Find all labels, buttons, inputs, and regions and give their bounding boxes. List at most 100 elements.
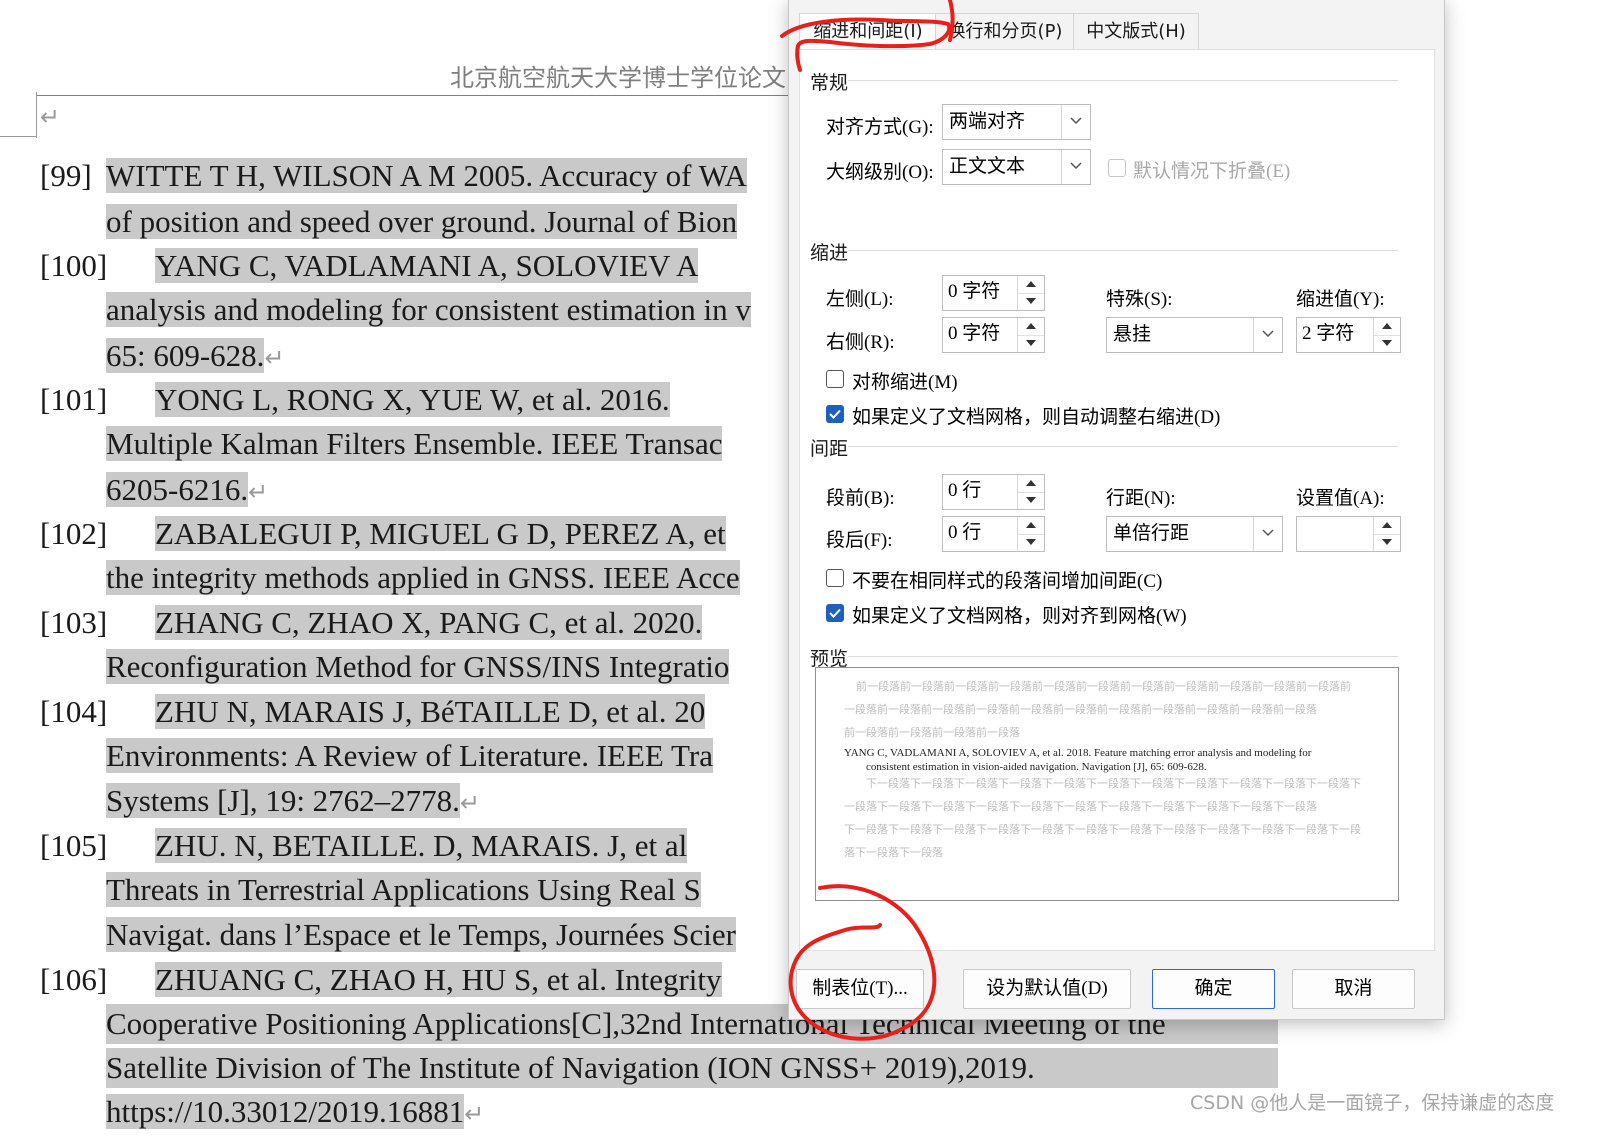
spinner-buttons	[1017, 517, 1044, 551]
reference-line[interactable]: the integrity methods applied in GNSS. I…	[106, 558, 740, 598]
collapse-default-checkbox[interactable]	[1108, 159, 1126, 177]
reference-text: 6205-6216.	[106, 472, 249, 507]
indent-right-label: 右侧(R):	[826, 332, 895, 353]
reference-line[interactable]: ZHANG C, ZHAO X, PANG C, et al. 2020.	[155, 603, 703, 643]
reference-number: [106]	[40, 962, 108, 997]
mirror-indents-checkbox[interactable]	[826, 370, 844, 388]
document-header: 北京航空航天大学博士学位论文	[0, 58, 800, 98]
reference-line[interactable]: ZABALEGUI P, MIGUEL G D, PEREZ A, et	[155, 514, 726, 554]
reference-number: [102]	[40, 516, 108, 551]
reference-text: analysis and modeling for consistent est…	[106, 292, 751, 327]
indent-by-value: 2 字符	[1302, 323, 1355, 344]
spacing-after-spinner[interactable]: 0 行	[942, 516, 1045, 552]
reference-text: Satellite Division of The Institute of N…	[106, 1050, 1035, 1085]
spinner-buttons	[1373, 318, 1400, 352]
spin-up-icon[interactable]	[1018, 318, 1044, 336]
no-space-same-style-checkbox[interactable]	[826, 569, 844, 587]
set-default-button[interactable]: 设为默认值(D)	[963, 969, 1131, 1009]
alignment-value: 两端对齐	[949, 111, 1026, 132]
reference-text: Threats in Terrestrial Applications Usin…	[106, 872, 701, 907]
mirror-indents-label: 对称缩进(M)	[852, 372, 958, 393]
spacing-at-label: 设置值(A):	[1296, 488, 1385, 509]
ok-button[interactable]: 确定	[1152, 969, 1275, 1009]
spacing-before-spinner[interactable]: 0 行	[942, 474, 1045, 510]
tabs-button[interactable]: 制表位(T)...	[796, 969, 924, 1009]
tab-line-page-breaks[interactable]: 换行和分页(P)	[935, 13, 1075, 50]
reference-line[interactable]: Systems [J], 19: 2762–2778.↵	[106, 781, 480, 823]
reference-text: YONG L, RONG X, YUE W, et al. 2016.	[155, 382, 670, 417]
paragraph-mark: ↵	[459, 789, 481, 817]
indent-by-spinner[interactable]: 2 字符	[1296, 317, 1401, 353]
chevron-down-icon	[1061, 105, 1090, 139]
spin-up-icon[interactable]	[1018, 517, 1044, 535]
reference-line[interactable]: 6205-6216.↵	[106, 470, 268, 512]
line-spacing-label: 行距(N):	[1106, 488, 1176, 509]
spin-up-icon[interactable]	[1018, 475, 1044, 493]
spin-up-icon[interactable]	[1374, 318, 1400, 336]
spin-down-icon[interactable]	[1018, 293, 1044, 310]
indent-left-value: 0 字符	[948, 281, 1001, 302]
reference-line[interactable]: Satellite Division of The Institute of N…	[106, 1048, 1278, 1088]
reference-number: [103]	[40, 605, 108, 640]
reference-text: WITTE T H, WILSON A M 2005. Accuracy of …	[106, 158, 747, 193]
spacing-at-spinner[interactable]	[1296, 516, 1401, 552]
reference-line[interactable]: https://10.33012/2019.16881↵	[106, 1092, 484, 1134]
preview-next-paragraph: 落下一段落下一段落	[844, 847, 943, 859]
alignment-select[interactable]: 两端对齐	[942, 104, 1091, 140]
reference-line[interactable]: analysis and modeling for consistent est…	[106, 290, 751, 330]
reference-line[interactable]: of position and speed over ground. Journ…	[106, 202, 738, 242]
reference-line[interactable]: YONG L, RONG X, YUE W, et al. 2016.	[155, 380, 670, 420]
spin-down-icon[interactable]	[1018, 492, 1044, 509]
outline-level-value: 正文文本	[949, 156, 1026, 177]
reference-text: ZABALEGUI P, MIGUEL G D, PEREZ A, et	[155, 516, 726, 551]
reference-line[interactable]: WITTE T H, WILSON A M 2005. Accuracy of …	[106, 156, 747, 196]
outline-level-select[interactable]: 正文文本	[942, 149, 1091, 185]
spin-down-icon[interactable]	[1374, 534, 1400, 551]
line-spacing-value: 单倍行距	[1113, 523, 1190, 544]
margin-corner-mark	[36, 92, 37, 138]
chevron-down-icon	[1253, 517, 1282, 551]
reference-text: Navigat. dans l’Espace et le Temps, Jour…	[106, 917, 736, 952]
indent-left-label: 左侧(L):	[826, 289, 894, 310]
reference-text: Reconfiguration Method for GNSS/INS Inte…	[106, 649, 730, 684]
cancel-button[interactable]: 取消	[1292, 969, 1415, 1009]
reference-line[interactable]: ZHU. N, BETAILLE. D, MARAIS. J, et al	[155, 826, 688, 866]
collapse-default-label: 默认情况下折叠(E)	[1133, 161, 1291, 182]
reference-line[interactable]: 65: 609-628.↵	[106, 336, 285, 378]
reference-text: ZHANG C, ZHAO X, PANG C, et al. 2020.	[155, 605, 703, 640]
spacing-before-label: 段前(B):	[826, 488, 895, 509]
auto-adjust-right-indent-label: 如果定义了文档网格，则自动调整右缩进(D)	[852, 407, 1221, 428]
reference-line[interactable]: Threats in Terrestrial Applications Usin…	[106, 870, 701, 910]
auto-adjust-right-indent-checkbox[interactable]	[826, 405, 844, 423]
reference-line[interactable]: YANG C, VADLAMANI A, SOLOVIEV A	[155, 246, 699, 286]
section-spacing: 间距	[810, 439, 849, 460]
snap-to-grid-checkbox[interactable]	[826, 604, 844, 622]
indent-left-spinner[interactable]: 0 字符	[942, 275, 1045, 311]
special-indent-label: 特殊(S):	[1106, 289, 1173, 310]
outline-level-label: 大纲级别(O):	[826, 162, 934, 183]
spin-up-icon[interactable]	[1018, 276, 1044, 294]
line-spacing-select[interactable]: 单倍行距	[1106, 516, 1283, 552]
reference-line[interactable]: ZHUANG C, ZHAO H, HU S, et al. Integrity	[155, 960, 722, 1000]
spin-up-icon[interactable]	[1374, 517, 1400, 535]
reference-line[interactable]: Navigat. dans l’Espace et le Temps, Jour…	[106, 915, 736, 955]
paragraph-preview: 前一段落前一段落前一段落前一段落前一段落前一段落前一段落前一段落前一段落前一段落…	[815, 667, 1399, 901]
preview-previous-paragraph: 一段落前一段落前一段落前一段落前一段落前一段落前一段落前一段落前一段落前一段落前…	[844, 704, 1317, 716]
spin-down-icon[interactable]	[1374, 335, 1400, 352]
reference-line[interactable]: Reconfiguration Method for GNSS/INS Inte…	[106, 647, 730, 687]
special-indent-select[interactable]: 悬挂	[1106, 317, 1283, 353]
tab-indents-spacing[interactable]: 缩进和间距(I)	[799, 13, 937, 52]
preview-previous-paragraph: 前一段落前一段落前一段落前一段落	[844, 727, 1020, 739]
section-general: 常规	[810, 73, 849, 94]
section-divider	[848, 80, 1398, 81]
reference-line[interactable]: Environments: A Review of Literature. IE…	[106, 736, 713, 776]
spin-down-icon[interactable]	[1018, 335, 1044, 352]
reference-line[interactable]: ZHU N, MARAIS J, BéTAILLE D, et al. 20	[155, 692, 706, 732]
tab-asian-typography[interactable]: 中文版式(H)	[1073, 13, 1199, 50]
reference-text: https://10.33012/2019.16881	[106, 1094, 465, 1129]
spin-down-icon[interactable]	[1018, 534, 1044, 551]
reference-text: ZHU. N, BETAILLE. D, MARAIS. J, et al	[155, 828, 688, 863]
reference-text: YANG C, VADLAMANI A, SOLOVIEV A	[155, 248, 699, 283]
indent-right-spinner[interactable]: 0 字符	[942, 317, 1045, 353]
reference-line[interactable]: Multiple Kalman Filters Ensemble. IEEE T…	[106, 424, 723, 464]
